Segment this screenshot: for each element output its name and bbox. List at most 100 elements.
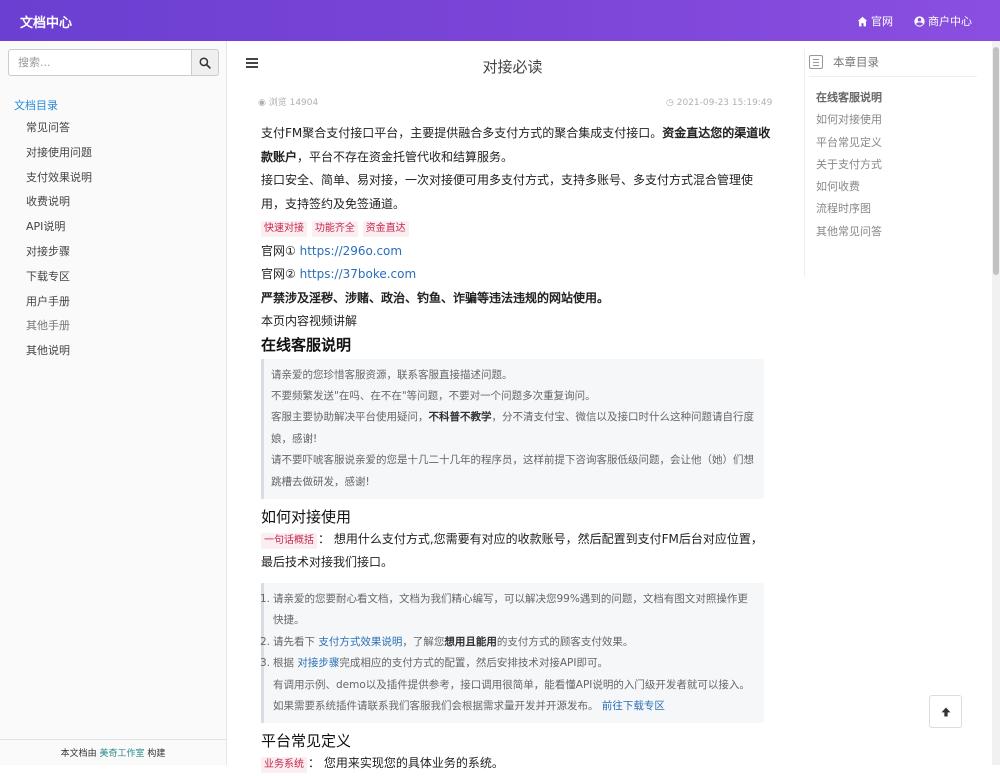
chapter-toc: 本章目录 在线客服说明 如何对接使用 平台常见定义 关于支付方式 如何收费 流程…: [804, 49, 977, 277]
clock-icon: ◷: [666, 98, 674, 108]
step-text: 请亲爱的您要耐心看文档，文档为我们精心编写，可以解决您99%遇到的问题，文档有图…: [273, 592, 748, 627]
step-text: 的支付方式的顾客支付效果。: [496, 635, 634, 648]
merchant-link-label: 商户中心: [928, 15, 972, 28]
sidebar-item-other-manuals[interactable]: 其他手册: [0, 319, 226, 344]
summary-tag: 一句话概括: [261, 532, 317, 549]
sidebar-item-integration-steps[interactable]: 对接步骤: [0, 245, 226, 270]
step-text: ，了解您: [402, 635, 445, 648]
view-count: ◉ 浏览 14904: [258, 95, 318, 108]
step-text: 请先看下: [273, 635, 315, 648]
merchant-center-link[interactable]: 商户中心: [914, 13, 972, 29]
toc-item-other-faq[interactable]: 其他常见问答: [816, 223, 882, 245]
section-heading-customer-service: 在线客服说明: [261, 335, 352, 354]
feature-tag: 功能齐全: [311, 221, 358, 237]
toc-header: 本章目录: [809, 55, 977, 77]
toc-item-pricing[interactable]: 如何收费: [816, 178, 882, 200]
summary-text: ： 想用什么支付方式,您需要有对应的收款账号，然后配置到支付FM后台对应位置，最…: [261, 531, 763, 570]
video-note: 本页内容视频讲解: [261, 314, 358, 328]
payment-effects-link[interactable]: 支付方式效果说明: [318, 636, 402, 648]
doc-nav-list: 常见问答 对接使用问题 支付效果说明 收费说明 API说明 对接步骤 下载专区 …: [0, 121, 226, 369]
toc-item-customer-service[interactable]: 在线客服说明: [816, 89, 882, 111]
section-heading-how-to-integrate: 如何对接使用: [261, 507, 352, 526]
toc-title: 本章目录: [833, 55, 879, 69]
sidebar: 文档目录 常见问答 对接使用问题 支付效果说明 收费说明 API说明 对接步骤 …: [0, 41, 227, 765]
arrow-up-icon: [941, 707, 950, 716]
official-site-1: 官网① https://296o.com: [261, 240, 771, 264]
toc-item-definitions[interactable]: 平台常见定义: [816, 134, 882, 156]
site-label: 官网②: [261, 267, 296, 281]
intro-text: 支付FM聚合支付接口平台，主要提供融合多支付方式的聚合集成支付接口。: [261, 126, 663, 140]
search-box: [8, 49, 219, 76]
studio-link[interactable]: 美奇工作室: [99, 749, 144, 759]
sidebar-footer: 本文档由 美奇工作室 构建: [0, 739, 226, 765]
sidebar-item-pricing[interactable]: 收费说明: [0, 195, 226, 220]
notice-line: 请亲爱的您珍惜客服资源，联系客服直接描述问题。: [271, 368, 513, 381]
search-input[interactable]: [8, 49, 192, 76]
page-scrollbar[interactable]: [992, 41, 1000, 765]
sidebar-item-user-manual[interactable]: 用户手册: [0, 295, 226, 320]
integration-steps-link[interactable]: 对接步骤: [297, 657, 339, 669]
sidebar-item-integration-issues[interactable]: 对接使用问题: [0, 146, 226, 171]
notice-line: 客服主要协助解决平台使用疑问，不科普不教学，分不清支付宝、微信以及接口时什么这种…: [271, 407, 756, 450]
step-bold: 想用且能用: [444, 635, 497, 648]
definition-text: ： 您用来实现您的具体业务的系统。: [308, 756, 504, 771]
notice-line: 请不要吓唬客服说亲爱的您是十几二十几年的程序员，这样前提下咨询客服低级问题，会让…: [271, 454, 754, 488]
official-site-2-link[interactable]: https://37boke.com: [300, 267, 417, 281]
step-item: 2. 请先看下 支付方式效果说明，了解您想用且能用的支付方式的顾客支付效果。: [260, 635, 634, 648]
prohibited-notice: 严禁涉及淫秽、涉赌、政治、钓鱼、诈骗等违法违规的网站使用。: [261, 290, 610, 305]
search-button[interactable]: [192, 49, 219, 76]
back-to-top-button[interactable]: [929, 695, 962, 728]
home-link-label: 官网: [871, 15, 893, 28]
official-site-2: 官网② https://37boke.com: [261, 263, 771, 287]
step-text: 有调用示例、demo以及插件提供参考，接口调用很简单，能看懂API说明的入门级开…: [273, 678, 750, 712]
view-count-text: 浏览 14904: [268, 98, 319, 108]
toc-item-sequence-diagram[interactable]: 流程时序图: [816, 200, 882, 222]
customer-service-notice: 请亲爱的您珍惜客服资源，联系客服直接描述问题。 不要频繁发送"在吗、在不在"等问…: [261, 358, 764, 499]
step-item: 3. 根据 对接步骤完成相应的支付方式的配置，然后安排技术对接API即可。 有调用示…: [260, 657, 750, 712]
feature-tag: 资金直达: [362, 221, 409, 237]
definition-tag: 业务系统: [261, 757, 307, 774]
step-item: 1. 请亲爱的您要耐心看文档，文档为我们精心编写，可以解决您99%遇到的问题，文档…: [260, 592, 748, 627]
notice-line: 不要频繁发送"在吗、在不在"等问题，不要对一个问题多次重复询问。: [271, 389, 596, 402]
toc-item-how-to-integrate[interactable]: 如何对接使用: [816, 111, 882, 133]
toc-item-payment-methods[interactable]: 关于支付方式: [816, 156, 882, 178]
integration-step-list: 1. 请亲爱的您要耐心看文档，文档为我们精心编写，可以解决您99%遇到的问题，文档…: [260, 589, 756, 717]
step-text: 根据: [273, 657, 294, 670]
sidebar-item-api[interactable]: API说明: [0, 220, 226, 245]
sidebar-item-faq[interactable]: 常见问答: [0, 121, 226, 146]
footer-suffix: 构建: [147, 749, 166, 759]
search-icon: [199, 57, 211, 69]
section-heading-definitions: 平台常见定义: [261, 732, 352, 751]
sidebar-item-downloads[interactable]: 下载专区: [0, 270, 226, 295]
page-title: 对接必读: [482, 58, 543, 76]
toc-list: 在线客服说明 如何对接使用 平台常见定义 关于支付方式 如何收费 流程时序图 其…: [816, 89, 882, 245]
menu-toggle-icon[interactable]: [246, 58, 258, 68]
site-label: 官网①: [261, 243, 296, 258]
top-header: 文档中心 官网 商户中心: [0, 0, 1000, 41]
feature-tag: 快速对接: [261, 221, 307, 237]
scrollbar-thumb[interactable]: [993, 47, 999, 275]
sidebar-item-payment-effects[interactable]: 支付效果说明: [0, 171, 226, 196]
summary-paragraph: 一句话概括： 想用什么支付方式,您需要有对应的收款账号，然后配置到支付FM后台对…: [261, 528, 771, 575]
brand-title[interactable]: 文档中心: [20, 12, 72, 31]
footer-prefix: 本文档由: [60, 749, 97, 759]
step-text: 完成相应的支付方式的配置，然后安排技术对接API即可。: [339, 657, 608, 670]
intro-text-end: ，平台不存在资金托管代收和结算服务。: [297, 149, 514, 164]
official-site-1-link[interactable]: https://296o.com: [300, 244, 403, 258]
publish-date-text: 2021-09-23 15:19:49: [676, 98, 773, 108]
article-content: 支付FM聚合支付接口平台，主要提供融合多支付方式的聚合集成支付接口。资金直达您的…: [260, 122, 771, 776]
list-icon: [809, 55, 823, 69]
doc-directory-heading[interactable]: 文档目录: [14, 97, 58, 113]
intro-paragraph-1: 支付FM聚合支付接口平台，主要提供融合多支付方式的聚合集成支付接口。资金直达您的…: [261, 122, 771, 169]
publish-date: ◷ 2021-09-23 15:19:49: [666, 98, 772, 108]
sidebar-item-other-notes[interactable]: 其他说明: [0, 344, 226, 369]
feature-tags: 快速对接 功能齐全 资金直达: [261, 216, 771, 240]
user-circle-icon: [914, 15, 925, 27]
notice-text: 客服主要协助解决平台使用疑问，: [271, 411, 429, 424]
eye-icon: ◉: [258, 98, 266, 108]
intro-paragraph-2: 接口安全、简单、易对接，一次对接便可用多支付方式，支持多账号、多支付方式混合管理…: [261, 173, 754, 211]
definition-paragraph: 业务系统： 您用来实现您的具体业务的系统。: [261, 752, 771, 776]
home-link[interactable]: 官网: [857, 13, 893, 29]
downloads-link[interactable]: 前往下载专区: [602, 700, 665, 712]
notice-bold: 不科普不教学: [428, 411, 492, 424]
